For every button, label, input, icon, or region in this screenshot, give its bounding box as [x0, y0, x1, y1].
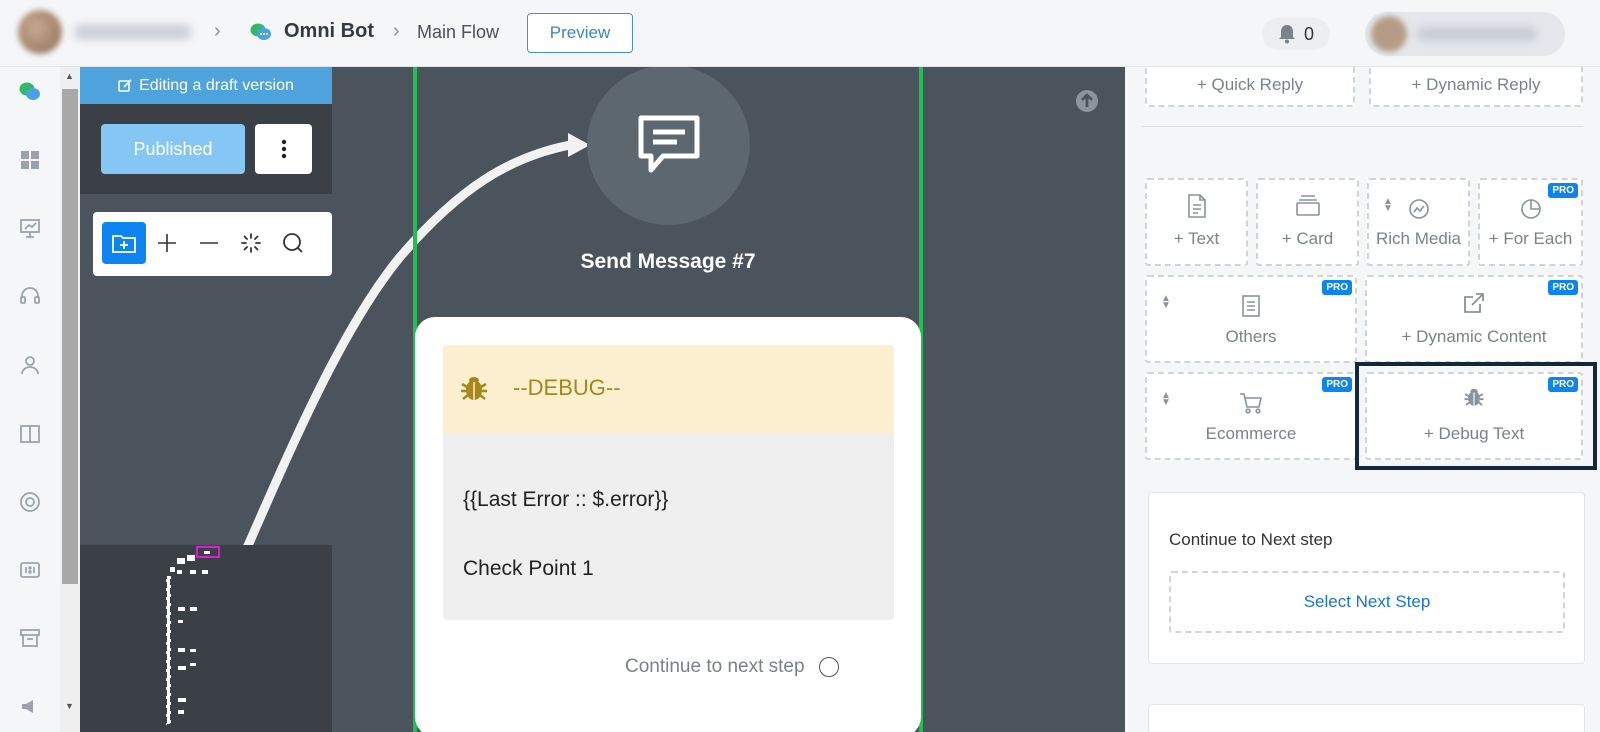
notification-count: 0	[1303, 23, 1314, 44]
debug-text-line: Check Point 1	[463, 557, 594, 580]
add-ecommerce-tile[interactable]: PRO ▲ ▼ Ecommerce	[1145, 372, 1357, 460]
columns-icon[interactable]	[19, 423, 41, 445]
search-icon	[283, 233, 303, 253]
message-square-icon	[638, 115, 699, 173]
tile-label: Others	[1225, 327, 1277, 346]
top-bar: › Omni Bot › Main Flow Preview 0	[0, 0, 1600, 67]
sort-arrows-icon: ▲ ▼	[1161, 390, 1171, 408]
magic-burst-icon	[241, 233, 261, 253]
zoom-out-tool[interactable]	[187, 222, 231, 264]
headset-icon[interactable]	[19, 285, 41, 307]
pro-badge: PRO	[1322, 280, 1352, 295]
add-others-tile[interactable]: PRO ▲ ▼ Others	[1145, 275, 1357, 363]
debug-header: --DEBUG--	[443, 345, 894, 433]
minus-icon	[200, 242, 218, 244]
publish-panel: Published	[80, 104, 332, 194]
megaphone-icon[interactable]	[19, 695, 41, 717]
lifebuoy-icon[interactable]	[19, 491, 41, 513]
draft-banner-text: Editing a draft version	[139, 76, 294, 94]
chat-bubbles-icon[interactable]	[19, 81, 41, 103]
edit-icon	[118, 79, 132, 92]
pro-badge: PRO	[1322, 377, 1352, 392]
nav-scrollbar[interactable]: ▲ ▼	[60, 67, 80, 732]
search-tool[interactable]	[271, 222, 315, 264]
add-rich-media-tile[interactable]: ▲ ▼ Rich Media	[1367, 178, 1470, 266]
node-title: Send Message #7	[580, 250, 756, 273]
flow-canvas[interactable]: Editing a draft version Published Send M…	[80, 67, 1125, 732]
tile-label: Ecommerce	[1205, 424, 1297, 443]
add-text-tile[interactable]: + Text	[1145, 178, 1248, 266]
next-step-card: Continue to Next step Select Next Step	[1148, 492, 1585, 664]
minimap[interactable]	[80, 545, 332, 732]
next-step-title: Continue to Next step	[1169, 530, 1333, 549]
user-profile-menu[interactable]	[1365, 12, 1565, 56]
more-options-button[interactable]	[255, 124, 312, 174]
left-nav	[0, 67, 60, 732]
tile-label: Rich Media	[1375, 229, 1462, 248]
ratio-icon[interactable]	[19, 559, 41, 581]
bot-name-breadcrumb[interactable]: Omni Bot	[284, 20, 374, 43]
arrow-up-circle-icon[interactable]	[1075, 89, 1099, 113]
presentation-chart-icon[interactable]	[19, 217, 41, 239]
scroll-up-arrow-icon[interactable]: ▲	[65, 71, 74, 81]
bug-icon	[461, 377, 487, 400]
sort-arrows-icon: ▲ ▼	[1161, 293, 1171, 311]
auto-arrange-tool[interactable]	[229, 222, 273, 264]
select-next-step-button[interactable]: Select Next Step	[1169, 571, 1565, 633]
add-quick-reply-button[interactable]: + Quick Reply	[1145, 67, 1355, 107]
canvas-toolbar	[93, 212, 332, 276]
debug-message-block[interactable]: --DEBUG-- {{Last Error :: $.error}} Chec…	[443, 345, 894, 620]
tile-label: + For Each	[1488, 229, 1573, 248]
vertical-dots-icon	[281, 139, 286, 159]
send-message-node-icon[interactable]	[587, 67, 750, 225]
draft-version-banner: Editing a draft version	[80, 67, 332, 104]
next-step-connector[interactable]	[818, 657, 839, 677]
tile-label: + Text	[1173, 229, 1220, 248]
add-card-tile[interactable]: + Card	[1256, 178, 1359, 266]
message-card[interactable]: --DEBUG-- {{Last Error :: $.error}} Chec…	[415, 317, 921, 732]
dashboard-icon[interactable]	[19, 149, 41, 171]
continue-to-next-step-row[interactable]: Continue to next step	[625, 656, 839, 678]
tile-label: + Dynamic Content	[1401, 327, 1547, 346]
chevron-right-icon: ›	[214, 20, 221, 42]
debug-text-tile-highlight	[1355, 362, 1597, 470]
chat-bubbles-icon	[250, 22, 272, 47]
sort-arrows-icon: ▲ ▼	[1383, 196, 1393, 214]
account-name-blurred	[74, 24, 192, 40]
add-dynamic-content-tile[interactable]: PRO + Dynamic Content	[1365, 275, 1583, 363]
card-stack-icon	[1295, 195, 1320, 216]
minimap-preview	[165, 546, 220, 726]
archive-icon[interactable]	[19, 627, 41, 649]
add-for-each-tile[interactable]: PRO + For Each	[1478, 178, 1583, 266]
document-icon	[1187, 194, 1206, 218]
add-dynamic-reply-button[interactable]: + Dynamic Reply	[1369, 67, 1583, 107]
debug-text-line: {{Last Error :: $.error}}	[463, 488, 669, 511]
flow-name-breadcrumb[interactable]: Main Flow	[417, 22, 499, 43]
scroll-down-arrow-icon[interactable]: ▼	[65, 701, 74, 711]
scroll-thumb[interactable]	[62, 89, 78, 584]
continue-label: Continue to next step	[625, 656, 805, 677]
shopping-cart-icon	[1240, 393, 1262, 414]
tile-label: + Card	[1281, 229, 1334, 248]
notifications-button[interactable]: 0	[1262, 18, 1330, 50]
bell-icon	[1278, 25, 1295, 44]
folder-plus-icon	[112, 235, 136, 253]
add-folder-tool[interactable]	[102, 222, 146, 264]
pro-badge: PRO	[1548, 280, 1578, 295]
list-document-icon	[1242, 295, 1260, 317]
pro-badge: PRO	[1548, 183, 1578, 198]
chevron-right-icon: ›	[393, 20, 400, 42]
divider	[1142, 126, 1583, 127]
external-link-icon	[1464, 293, 1484, 313]
zoom-in-tool[interactable]	[145, 222, 189, 264]
pie-chart-icon	[1520, 199, 1541, 219]
user-icon[interactable]	[19, 354, 41, 376]
additional-card	[1148, 704, 1585, 732]
account-avatar[interactable]	[18, 10, 62, 54]
debug-label: --DEBUG--	[513, 375, 621, 400]
plus-icon	[158, 234, 176, 252]
rich-media-icon	[1408, 199, 1429, 219]
published-button[interactable]: Published	[101, 124, 245, 174]
preview-button[interactable]: Preview	[527, 13, 633, 53]
